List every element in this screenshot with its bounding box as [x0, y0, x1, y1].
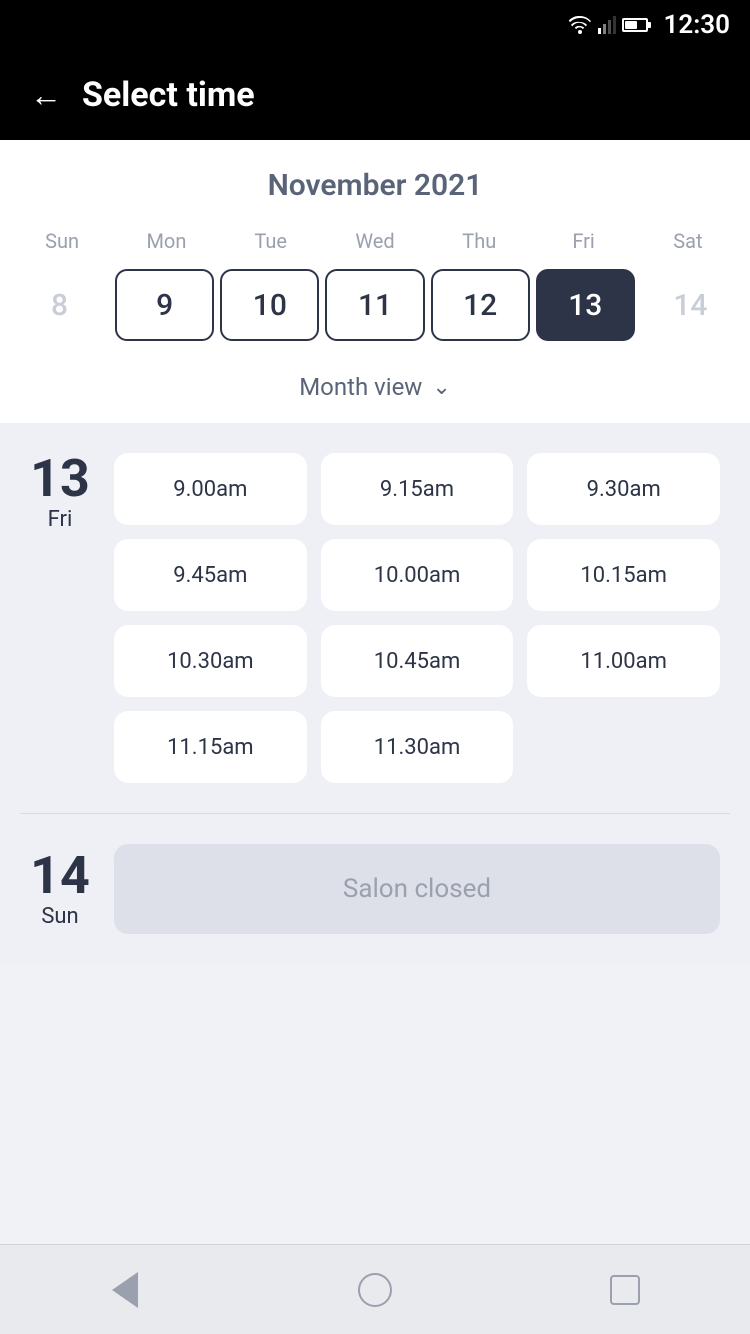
weekday-fri: Fri [531, 223, 635, 259]
weekday-sat: Sat [636, 223, 740, 259]
day-14-name: Sun [41, 904, 78, 929]
nav-recent-button[interactable] [595, 1260, 655, 1320]
status-bar: 12:30 [0, 0, 750, 50]
header: ← Select time [0, 50, 750, 140]
time-slot-1115am[interactable]: 11.15am [114, 711, 307, 783]
bottom-nav [0, 1244, 750, 1334]
weekday-tue: Tue [219, 223, 323, 259]
calendar-month: November 2021 [0, 168, 750, 203]
status-time: 12:30 [664, 10, 731, 40]
time-slots-section: 13 Fri 9.00am 9.15am 9.30am 9.45am 10.00… [0, 423, 750, 964]
calendar-days: 8 9 10 11 12 13 14 [0, 269, 750, 359]
chevron-down-icon: ⌄ [432, 375, 450, 400]
time-slot-1015am[interactable]: 10.15am [527, 539, 720, 611]
day-11[interactable]: 11 [325, 269, 424, 341]
month-view-toggle[interactable]: Month view ⌄ [0, 359, 750, 423]
weekday-mon: Mon [114, 223, 218, 259]
time-slot-930am[interactable]: 9.30am [527, 453, 720, 525]
time-slot-1000am[interactable]: 10.00am [321, 539, 514, 611]
day-13[interactable]: 13 [536, 269, 635, 341]
page-title: Select time [82, 75, 255, 115]
status-icons [568, 16, 648, 34]
time-slot-1100am[interactable]: 11.00am [527, 625, 720, 697]
time-slot-1030am[interactable]: 10.30am [114, 625, 307, 697]
day-14-label: 14 Sun [30, 850, 90, 929]
day-8[interactable]: 8 [10, 269, 109, 341]
nav-back-button[interactable] [95, 1260, 155, 1320]
weekday-thu: Thu [427, 223, 531, 259]
weekday-wed: Wed [323, 223, 427, 259]
time-slot-1130am[interactable]: 11.30am [321, 711, 514, 783]
nav-back-icon [112, 1272, 138, 1308]
day-14-block: 14 Sun Salon closed [0, 814, 750, 964]
signal-icon [598, 16, 616, 34]
nav-home-button[interactable] [345, 1260, 405, 1320]
battery-icon [622, 18, 648, 32]
day-10[interactable]: 10 [220, 269, 319, 341]
day-12[interactable]: 12 [431, 269, 530, 341]
time-slot-945am[interactable]: 9.45am [114, 539, 307, 611]
month-view-label: Month view [299, 373, 422, 401]
weekday-sun: Sun [10, 223, 114, 259]
day-13-label: 13 Fri [30, 453, 90, 532]
day-14-number: 14 [30, 850, 90, 902]
calendar-section: November 2021 Sun Mon Tue Wed Thu Fri Sa… [0, 140, 750, 423]
time-grid-13: 9.00am 9.15am 9.30am 9.45am 10.00am 10.1… [114, 453, 720, 783]
salon-closed-message: Salon closed [114, 844, 720, 934]
time-slot-915am[interactable]: 9.15am [321, 453, 514, 525]
day-14[interactable]: 14 [641, 269, 740, 341]
day-13-name: Fri [48, 507, 73, 532]
nav-home-icon [358, 1273, 392, 1307]
nav-recent-icon [610, 1275, 640, 1305]
battery-fill [625, 21, 637, 29]
day-13-number: 13 [30, 453, 90, 505]
day-13-block: 13 Fri 9.00am 9.15am 9.30am 9.45am 10.00… [0, 423, 750, 813]
wifi-icon [568, 16, 592, 34]
back-button[interactable]: ← [30, 79, 62, 111]
time-slot-1045am[interactable]: 10.45am [321, 625, 514, 697]
day-9[interactable]: 9 [115, 269, 214, 341]
calendar-weekdays: Sun Mon Tue Wed Thu Fri Sat [0, 223, 750, 259]
time-slot-900am[interactable]: 9.00am [114, 453, 307, 525]
